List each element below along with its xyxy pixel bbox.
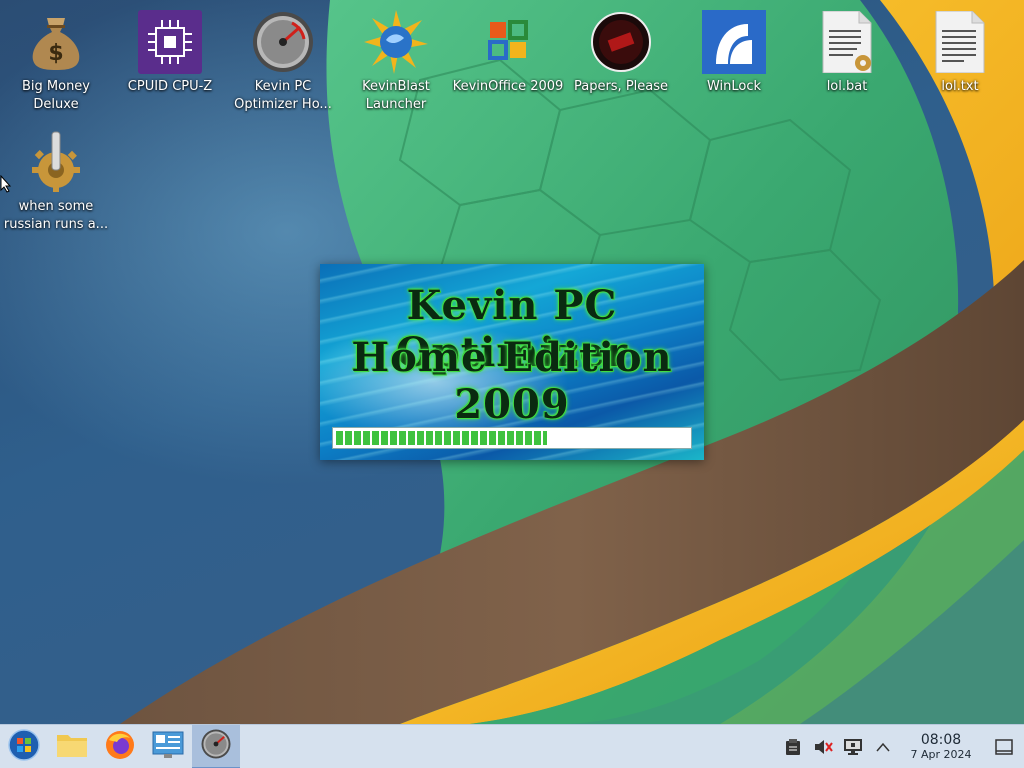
desktop-icon-when-some-russian[interactable]: when some russian runs a... xyxy=(0,130,112,234)
taskbar: 08:08 7 Apr 2024 xyxy=(0,724,1024,768)
progress-fill xyxy=(336,431,548,445)
kevin-optimizer-task[interactable] xyxy=(192,724,240,768)
svg-text:$: $ xyxy=(48,41,63,66)
clock-time: 08:08 xyxy=(920,732,962,748)
clipboard-icon[interactable] xyxy=(778,725,808,768)
desktop-icon-label: Big Money Deluxe xyxy=(21,79,90,112)
desktop-icon-lol-txt[interactable]: lol.txt xyxy=(904,10,1016,96)
winlock-icon xyxy=(702,10,766,74)
desktop-icon-label: Kevin PC Optimizer Ho... xyxy=(234,79,332,112)
mouse-cursor xyxy=(0,174,12,197)
start-button[interactable] xyxy=(0,725,48,768)
gear-lever-icon xyxy=(24,130,88,194)
cpu-chip-icon xyxy=(138,10,202,74)
desktop-icon-winlock[interactable]: WinLock xyxy=(678,10,790,96)
firefox-icon xyxy=(105,730,135,764)
desktop-icon-label: lol.bat xyxy=(826,79,868,94)
control-panel-icon xyxy=(152,731,184,763)
desktop-icon-label: KevinBlast Launcher xyxy=(362,79,430,112)
optimizer-splash-window: Kevin PC Optimizer Home Edition 2009 xyxy=(320,264,704,460)
clock-date: 7 Apr 2024 xyxy=(910,748,972,761)
desktop-icon-label: Papers, Please xyxy=(573,79,669,94)
batch-file-icon xyxy=(815,10,879,74)
speedometer-icon xyxy=(251,10,315,74)
desktop-icon-papers-please[interactable]: Papers, Please xyxy=(565,10,677,96)
desktop-icon-lol-bat[interactable]: lol.bat xyxy=(791,10,903,96)
firefox-button[interactable] xyxy=(96,725,144,768)
control-panel-button[interactable] xyxy=(144,725,192,768)
desktop-icon-label: CPUID CPU-Z xyxy=(127,79,213,94)
display-icon[interactable] xyxy=(838,725,868,768)
chevron-up-icon[interactable] xyxy=(868,725,898,768)
volume-muted-icon[interactable] xyxy=(808,725,838,768)
clock[interactable]: 08:08 7 Apr 2024 xyxy=(898,732,984,762)
desktop-icon-label: lol.txt xyxy=(941,79,979,94)
file-manager-button[interactable] xyxy=(48,725,96,768)
desktop-icon-label: KevinOffice 2009 xyxy=(452,79,564,94)
desktop-icon-kevinoffice-2009[interactable]: KevinOffice 2009 xyxy=(452,10,564,96)
papers-please-icon xyxy=(589,10,653,74)
folder-icon xyxy=(56,731,88,763)
desktop-icon-cpu-z[interactable]: CPUID CPU-Z xyxy=(114,10,226,96)
text-file-icon xyxy=(928,10,992,74)
desktop-icon-kevin-pc-optimizer[interactable]: Kevin PC Optimizer Ho... xyxy=(227,10,339,114)
globe-burst-icon xyxy=(364,10,428,74)
desktop-icon-big-money-deluxe[interactable]: $ Big Money Deluxe xyxy=(0,10,112,114)
speedometer-icon xyxy=(201,728,231,763)
loading-progress-bar xyxy=(332,427,692,449)
money-bag-icon: $ xyxy=(24,10,88,74)
desktop-icon-label: WinLock xyxy=(706,79,762,94)
system-tray: 08:08 7 Apr 2024 xyxy=(778,725,1024,768)
splash-title-line2: Home Edition 2009 xyxy=(351,334,673,428)
desktop-icon-kevinblast-launcher[interactable]: KevinBlast Launcher xyxy=(340,10,452,114)
desktop-icon-label: when some russian runs a... xyxy=(3,199,109,232)
windows-orb-icon xyxy=(8,728,40,765)
show-desktop-icon[interactable] xyxy=(984,725,1024,768)
office-logo-icon xyxy=(476,10,540,74)
